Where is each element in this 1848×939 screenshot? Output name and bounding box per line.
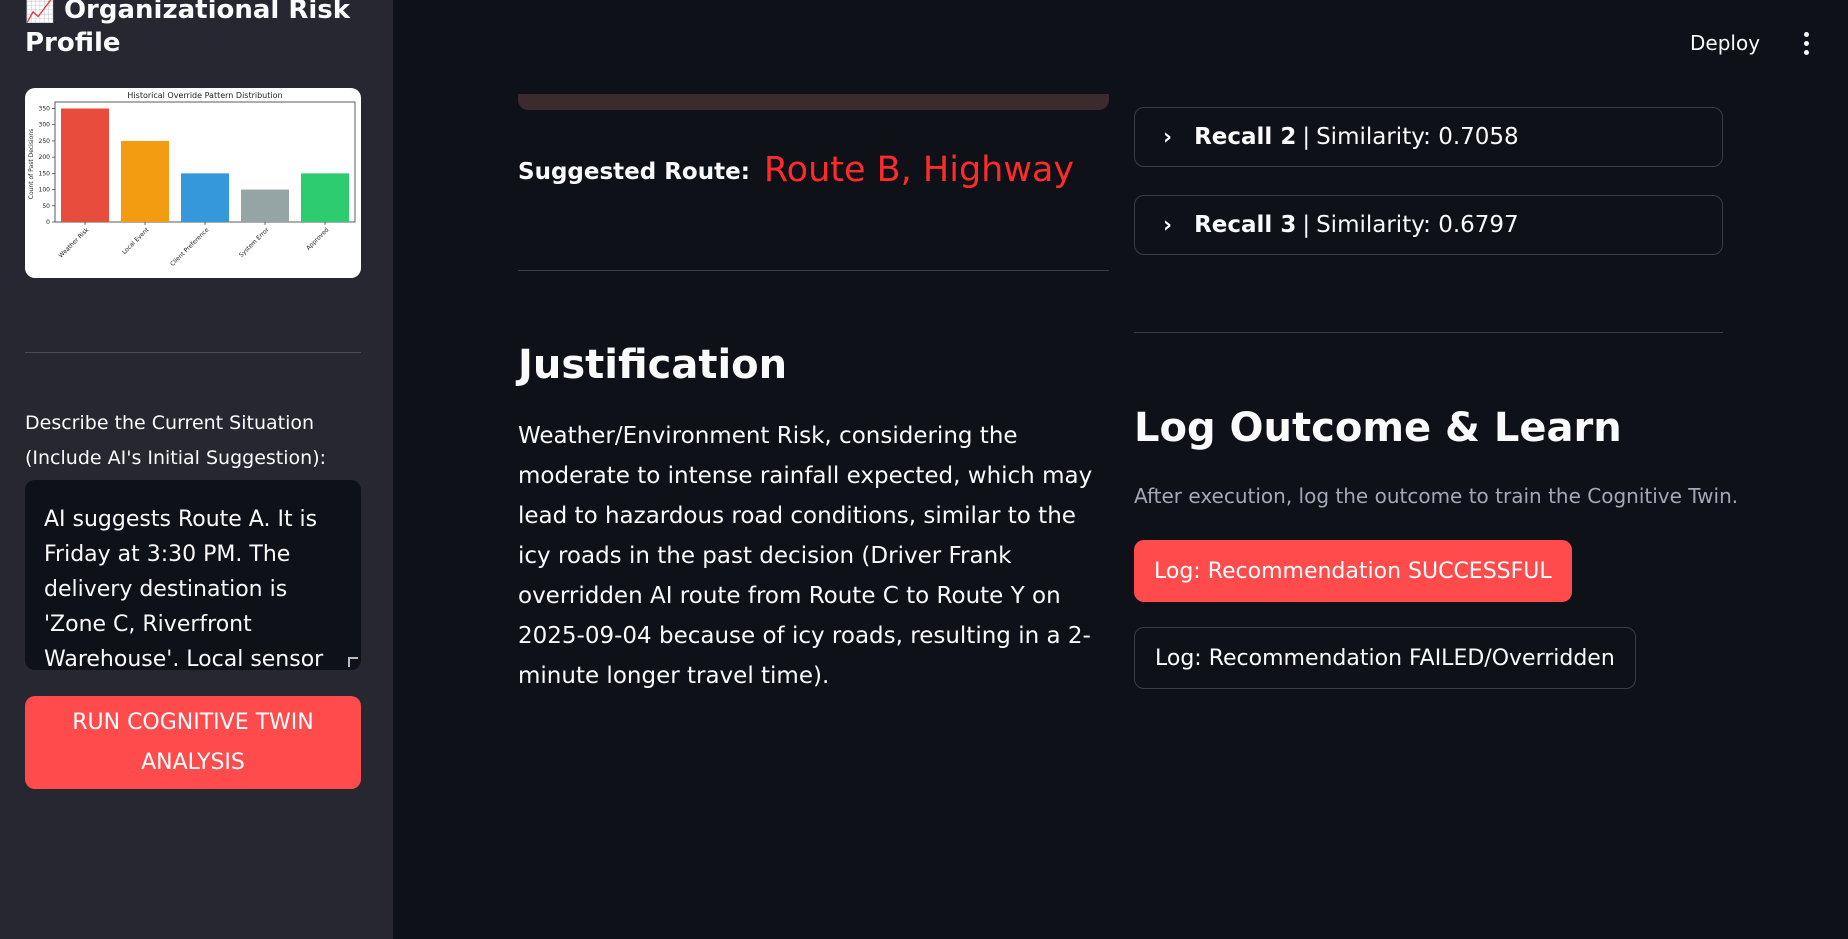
chart-ytick-label: 50: [42, 203, 50, 210]
justification-heading: Justification: [518, 342, 788, 388]
recall-3-expander[interactable]: › Recall 3 | Similarity: 0.6797: [1134, 195, 1723, 255]
chart-trend-icon: 📈: [25, 0, 55, 24]
suggested-route-line: Suggested Route: Route B, Highway: [518, 148, 1075, 190]
recall-label: Recall 3: [1194, 212, 1297, 238]
chart-ytick-label: 350: [39, 105, 51, 112]
chart-bar: [181, 173, 229, 222]
sidebar-title-text: Organizational Risk Profile: [25, 0, 351, 58]
chart-title: Historical Override Pattern Distribution: [127, 91, 282, 100]
run-analysis-button[interactable]: RUN COGNITIVE TWIN ANALYSIS: [25, 696, 361, 789]
log-failed-button[interactable]: Log: Recommendation FAILED/Overridden: [1134, 627, 1636, 689]
sidebar: 📈 Organizational Risk Profile Historical…: [0, 0, 393, 939]
chart-bar: [301, 173, 349, 222]
recall-similarity: Similarity: 0.7058: [1316, 124, 1519, 150]
chart-bar: [241, 189, 289, 222]
chart-xtick-label: Client Preference: [169, 226, 211, 268]
recall-2-expander[interactable]: › Recall 2 | Similarity: 0.7058: [1134, 107, 1723, 167]
suggested-route-label: Suggested Route:: [518, 159, 750, 185]
chart-bar: [61, 108, 109, 222]
situation-label: Describe the Current Situation (Include …: [25, 412, 327, 469]
recall-separator: |: [1302, 124, 1311, 150]
chevron-right-icon: ›: [1163, 124, 1173, 150]
situation-textarea[interactable]: AI suggests Route A. It is Friday at 3:3…: [25, 480, 361, 670]
chart-ytick-label: 150: [39, 170, 51, 177]
chart-ytick-label: 250: [39, 138, 51, 145]
chart-ytick-label: 100: [39, 187, 51, 194]
override-pattern-chart: Historical Override Pattern Distribution…: [25, 88, 361, 278]
chart-ytick-label: 200: [39, 154, 51, 161]
chart-xtick-label: System Error: [238, 226, 271, 259]
situation-text: AI suggests Route A. It is Friday at 3:3…: [44, 507, 324, 670]
chart-xtick-label: Weather Risk: [57, 226, 90, 259]
log-outcome-heading: Log Outcome & Learn: [1134, 405, 1622, 451]
sidebar-divider: [25, 352, 361, 353]
justification-text: Weather/Environment Risk, considering th…: [518, 423, 1093, 689]
sidebar-title: 📈 Organizational Risk Profile: [25, 0, 365, 60]
recall-label: Recall 2: [1194, 124, 1297, 150]
resize-handle-icon[interactable]: [348, 657, 358, 667]
section-divider: [1134, 332, 1723, 333]
result-card-bottom: [518, 94, 1109, 110]
chevron-right-icon: ›: [1163, 212, 1173, 238]
recall-similarity: Similarity: 0.6797: [1316, 212, 1519, 238]
chart-xtick-label: Approved: [305, 226, 330, 251]
log-success-button[interactable]: Log: Recommendation SUCCESSFUL: [1134, 540, 1572, 602]
vertical-ellipsis-icon[interactable]: [1804, 32, 1810, 58]
suggested-route-value: Route B, Highway: [763, 150, 1075, 190]
chart-ytick-label: 0: [46, 219, 50, 226]
chart-svg: Historical Override Pattern Distribution…: [28, 91, 356, 268]
log-outcome-caption: After execution, log the outcome to trai…: [1134, 484, 1739, 508]
chart-bar: [121, 140, 169, 222]
chart-ytick-label: 300: [39, 122, 51, 129]
deploy-button[interactable]: Deploy: [1690, 31, 1760, 55]
chart-xtick-label: Local Event: [121, 226, 151, 256]
section-divider: [518, 270, 1109, 271]
chart-ylabel: Count of Past Decisions: [28, 129, 35, 200]
recall-separator: |: [1302, 212, 1311, 238]
